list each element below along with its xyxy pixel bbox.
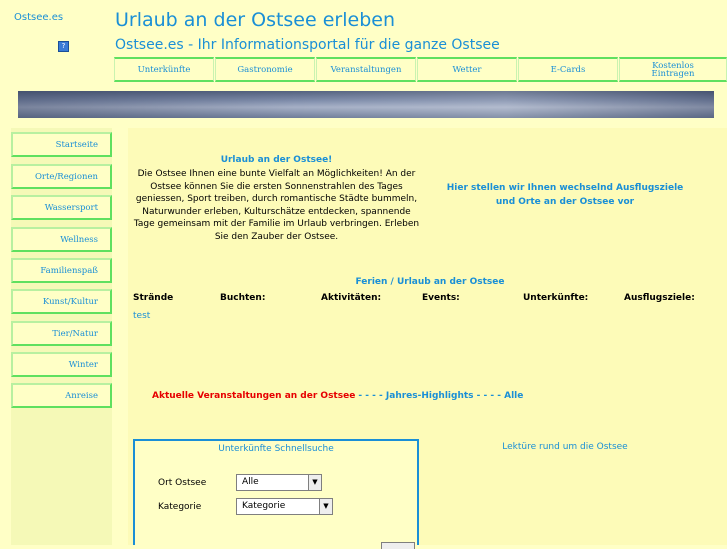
sidebar-item-startseite[interactable]: Startseite — [11, 132, 112, 157]
search-button[interactable] — [381, 542, 415, 549]
year-highlights-link[interactable]: Jahres-Highlights — [386, 391, 474, 401]
intro-title: Urlaub an der Ostsee! — [220, 155, 333, 165]
column-header-buchten: Buchten: — [220, 293, 266, 303]
lektuere-link[interactable]: Lektüre rund um die Ostsee — [440, 442, 690, 452]
chevron-down-icon[interactable]: ▼ — [308, 475, 321, 490]
sidebar-item-familienspass[interactable]: Familienspaß — [11, 258, 112, 283]
flag-icon[interactable]: ? — [58, 41, 69, 52]
current-events-link[interactable]: Aktuelle Veranstaltungen an der Ostsee — [152, 391, 355, 401]
sidebar-item-orte-regionen[interactable]: Orte/Regionen — [11, 164, 112, 189]
column-header-aktivitaeten: Aktivitäten: — [321, 293, 382, 303]
ferien-section-title: Ferien / Urlaub an der Ostsee — [355, 277, 505, 287]
banner-image — [18, 91, 714, 118]
excursion-teaser: Hier stellen wir Ihnen wechselnd Ausflug… — [446, 183, 684, 207]
intro-text: Die Ostsee Ihnen eine bunte Vielfalt an … — [133, 169, 420, 242]
chevron-down-icon[interactable]: ▼ — [319, 499, 332, 514]
separator: - - - - — [473, 391, 505, 401]
column-header-straende: Strände — [133, 293, 174, 303]
events-line: Aktuelle Veranstaltungen an der Ostsee -… — [152, 391, 523, 401]
kategorie-label: Kategorie — [158, 502, 202, 512]
page-subtitle: Ostsee.es - Ihr Informationsportal für d… — [115, 37, 500, 53]
sidebar-item-winter[interactable]: Winter — [11, 352, 112, 377]
sidebar-item-tier-natur[interactable]: Tier/Natur — [11, 321, 112, 346]
sidebar-item-wellness[interactable]: Wellness — [11, 227, 112, 252]
nav-item-veranstaltungen[interactable]: Veranstaltungen — [316, 57, 416, 82]
nav-item-wetter[interactable]: Wetter — [417, 57, 517, 82]
sidebar-item-anreise[interactable]: Anreise — [11, 383, 112, 408]
site-name-link[interactable]: Ostsee.es — [14, 12, 63, 23]
top-nav: Unterkünfte Gastronomie Veranstaltungen … — [114, 57, 727, 84]
all-events-link[interactable]: Alle — [504, 391, 523, 401]
sidebar-item-kunst-kultur[interactable]: Kunst/Kultur — [11, 289, 112, 314]
separator: - - - - — [355, 391, 386, 401]
ort-select-value: Alle — [242, 477, 259, 487]
kategorie-select[interactable]: Kategorie ▼ — [236, 498, 333, 515]
test-link[interactable]: test — [133, 311, 150, 321]
column-header-ausflugsziele: Ausflugsziele: — [624, 293, 695, 303]
ort-select[interactable]: Alle ▼ — [236, 474, 322, 491]
column-header-unterkuenfte: Unterkünfte: — [523, 293, 589, 303]
column-header-events: Events: — [422, 293, 460, 303]
quick-search-title: Unterkünfte Schnellsuche — [218, 444, 334, 454]
page-title: Urlaub an der Ostsee erleben — [115, 9, 395, 31]
kategorie-select-value: Kategorie — [242, 501, 286, 511]
sidebar-item-wassersport[interactable]: Wassersport — [11, 195, 112, 220]
quick-search-panel — [133, 439, 419, 545]
nav-item-ecards[interactable]: E-Cards — [518, 57, 618, 82]
ort-label: Ort Ostsee — [158, 478, 207, 488]
nav-item-gastronomie[interactable]: Gastronomie — [215, 57, 315, 82]
nav-item-kostenlos-eintragen[interactable]: Kostenlos Eintragen — [619, 57, 727, 82]
nav-item-unterkuenfte[interactable]: Unterkünfte — [114, 57, 214, 82]
